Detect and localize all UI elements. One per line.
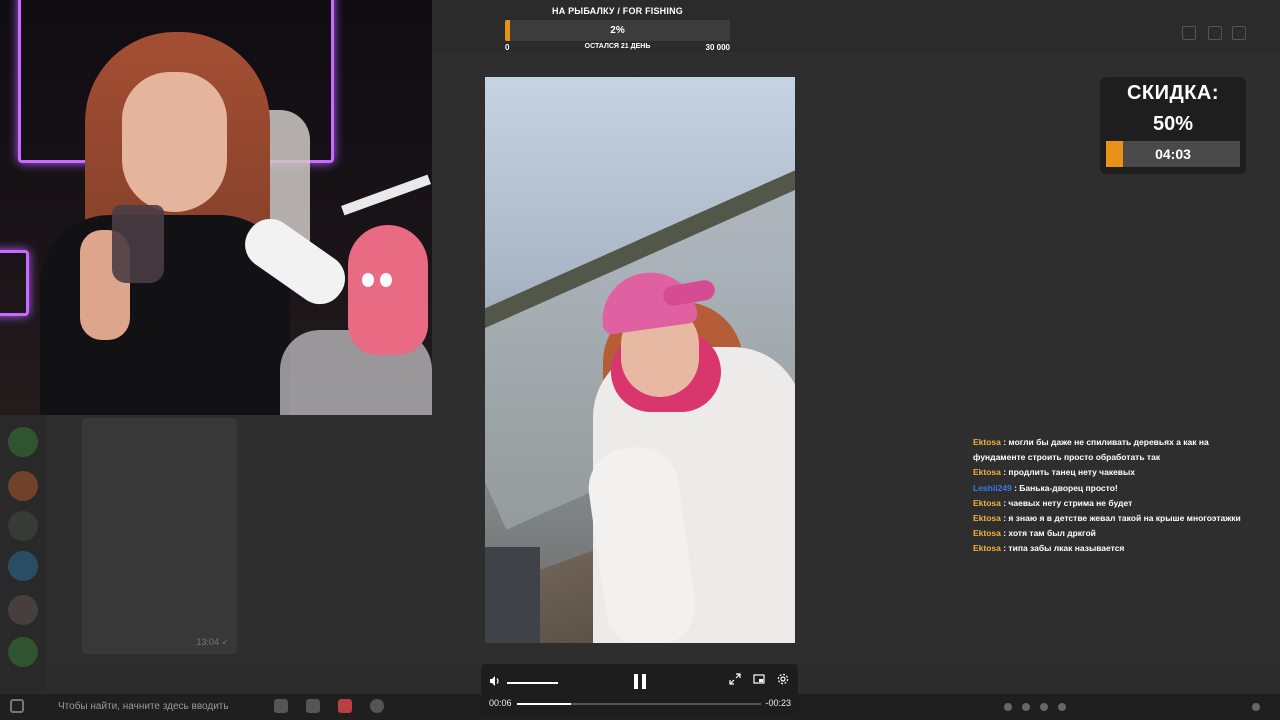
settings-icon[interactable] — [776, 673, 790, 687]
phone-icon — [1182, 26, 1196, 40]
chat-message: Leshii249 : Банька-дворец просто! — [973, 481, 1258, 496]
tray-icon[interactable] — [1040, 703, 1048, 711]
taskview-icon[interactable] — [274, 699, 288, 713]
pip-icon[interactable] — [752, 673, 766, 687]
goal-max: 30 000 — [705, 43, 730, 52]
chat-username[interactable]: Ektosa — [973, 467, 1001, 477]
chat-message: Ektosa : могли бы даже не спиливать дере… — [973, 435, 1258, 465]
sidebar-avatar[interactable] — [8, 427, 38, 457]
chat-message: Ektosa : я знаю я в детстве жевал такой … — [973, 511, 1258, 526]
start-icon[interactable] — [10, 699, 24, 713]
stream-chat: Ektosa : могли бы даже не спиливать дере… — [973, 435, 1258, 557]
discount-widget: СКИДКА: 50% 04:03 — [1100, 77, 1246, 174]
chat-text: : продлить танец нету чакевых — [1000, 467, 1136, 478]
chat-message: Ektosa : продлить танец нету чакевых — [973, 465, 1258, 480]
chat-username[interactable]: Ektosa — [973, 543, 1001, 553]
chat-text: : могли бы даже не спиливать деревьях а … — [973, 437, 1209, 463]
pause-button[interactable] — [634, 674, 648, 690]
chat-username[interactable]: Ektosa — [973, 437, 1001, 447]
seek-progress — [517, 703, 571, 705]
plush-toy — [348, 225, 428, 355]
webcam-feed — [0, 0, 432, 415]
goal-percent: 2% — [610, 25, 625, 36]
neon-light — [0, 250, 29, 316]
goal-remaining: ОСТАЛСЯ 21 ДЕНЬ — [584, 43, 651, 50]
sidebar-avatar[interactable] — [8, 595, 38, 625]
chat-username[interactable]: Ektosa — [973, 528, 1001, 538]
chat-message: Ektosa : чаевых нету стрима не будет — [973, 496, 1258, 511]
sidebar-avatar[interactable] — [8, 471, 38, 501]
sidebar-avatar[interactable] — [8, 511, 38, 541]
glass — [112, 205, 164, 283]
thumbnail-time: 13:04 ✓ — [196, 637, 229, 647]
goal-progress-bar: 2% — [505, 20, 730, 41]
current-time: 00:06 — [489, 698, 512, 708]
background-sidebar — [0, 415, 46, 695]
menu-icon — [1232, 26, 1246, 40]
chat-text: : хотя там был дркгой — [1000, 528, 1096, 539]
search-icon — [1208, 26, 1222, 40]
discount-timer-bar: 04:03 — [1106, 141, 1240, 167]
app-icon[interactable] — [338, 699, 352, 713]
chat-text: : типа забы лкак называется — [1000, 543, 1125, 554]
tray-icon[interactable] — [1004, 703, 1012, 711]
chat-text: : чаевых нету стрима не будет — [1000, 497, 1133, 508]
pause-icon — [634, 674, 638, 689]
background-media-thumbnail[interactable]: 13:04 ✓ — [82, 418, 237, 654]
chat-username[interactable]: Ektosa — [973, 513, 1001, 523]
discount-timer: 04:03 — [1155, 146, 1191, 162]
chat-username[interactable]: Leshii249 — [973, 483, 1012, 493]
video-frame[interactable] — [485, 77, 795, 643]
donation-goal: НА РЫБАЛКУ / FOR FISHING 2% 0 ОСТАЛСЯ 21… — [505, 0, 730, 56]
streamer-face — [122, 72, 227, 212]
browser-icon[interactable] — [370, 699, 384, 713]
chat-username[interactable]: Ektosa — [973, 498, 1001, 508]
goal-title: НА РЫБАЛКУ / FOR FISHING — [552, 6, 683, 16]
remaining-time: -00:23 — [765, 698, 791, 708]
fullscreen-icon[interactable] — [728, 673, 742, 687]
discount-value: 50% — [1152, 113, 1194, 135]
sidebar-avatar[interactable] — [8, 551, 38, 581]
video-controls: 00:06 -00:23 — [481, 664, 798, 716]
sidebar-avatar[interactable] — [8, 637, 38, 667]
mic-arm — [341, 174, 431, 216]
discount-title: СКИДКА: — [1126, 82, 1220, 104]
tray-icon[interactable] — [1022, 703, 1030, 711]
tray-icon[interactable] — [1058, 703, 1066, 711]
seek-bar[interactable] — [517, 703, 761, 705]
plush-eye — [362, 273, 374, 287]
volume-icon[interactable] — [489, 675, 501, 690]
plush-eye — [380, 273, 392, 287]
chat-message: Ektosa : типа забы лкак называется — [973, 541, 1258, 556]
explorer-icon[interactable] — [306, 699, 320, 713]
chat-text: : я знаю я в детстве жевал такой на крыш… — [1000, 513, 1241, 524]
notification-icon[interactable] — [1252, 703, 1260, 711]
chat-text: : Банька-дворец просто! — [1011, 482, 1118, 493]
volume-slider[interactable] — [507, 682, 558, 684]
pause-icon — [642, 674, 646, 689]
taskbar-search-input[interactable]: Чтобы найти, начните здесь вводить — [34, 698, 284, 716]
chat-message: Ektosa : хотя там был дркгой — [973, 526, 1258, 541]
bench — [485, 547, 540, 643]
